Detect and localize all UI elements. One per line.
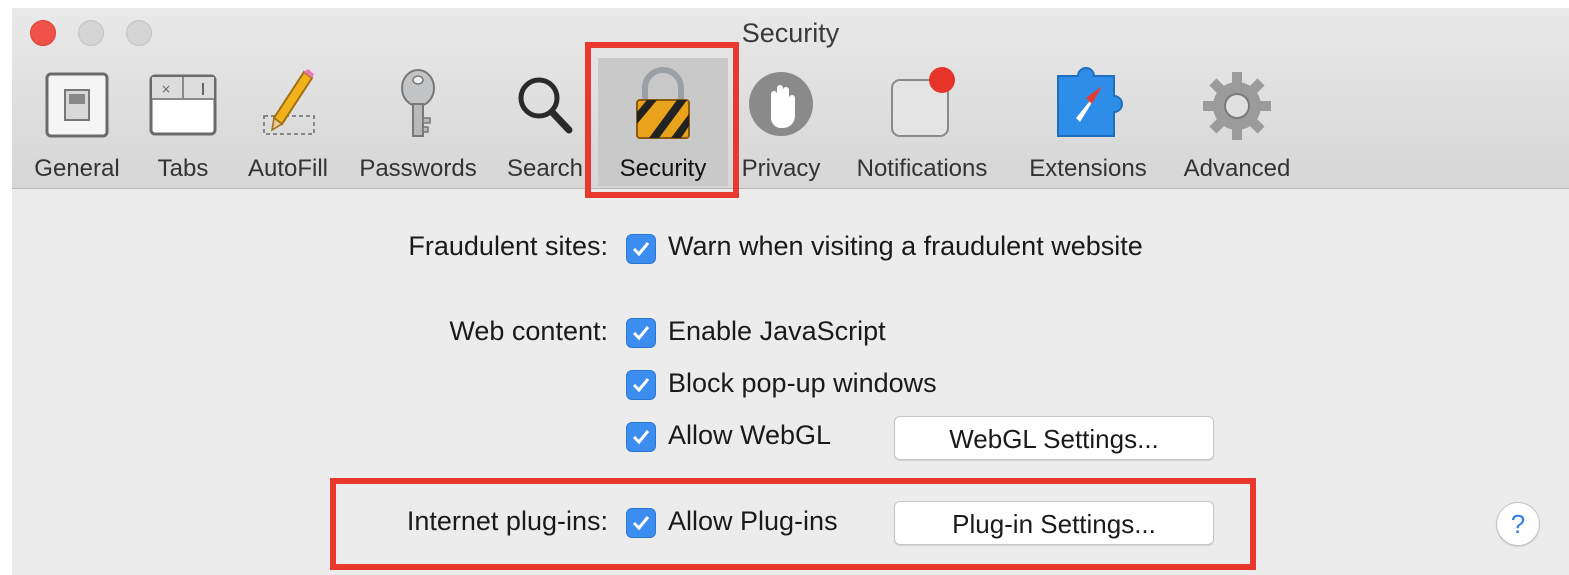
webgl-settings-button[interactable]: WebGL Settings... — [894, 416, 1214, 460]
tab-tabs[interactable]: × Tabs — [136, 58, 230, 186]
hand-icon — [749, 72, 813, 136]
tab-label: Search — [506, 155, 584, 182]
tab-search[interactable]: Search — [498, 58, 592, 186]
fraudulent-warning-checkbox[interactable] — [626, 234, 656, 264]
tab-autofill[interactable]: AutoFill — [238, 58, 338, 186]
tab-notifications[interactable]: Notifications — [842, 58, 1002, 186]
checkmark-icon — [632, 430, 650, 445]
key-icon — [401, 69, 435, 137]
search-icon — [518, 77, 573, 134]
tab-label: Advanced — [1183, 155, 1291, 182]
tab-label: Extensions — [1029, 155, 1147, 182]
gear-icon — [1203, 72, 1271, 140]
enable-javascript-checkbox[interactable] — [626, 318, 656, 348]
tab-advanced[interactable]: Advanced — [1172, 58, 1302, 186]
tab-label: Privacy — [741, 155, 821, 182]
svg-text:×: × — [161, 82, 171, 96]
tab-label: General — [34, 155, 120, 182]
preferences-window: Security General × Tabs AutoFill Passwor… — [12, 8, 1569, 575]
pencil-icon — [263, 69, 315, 135]
block-popups-checkbox[interactable] — [626, 370, 656, 400]
help-button[interactable]: ? — [1496, 502, 1540, 546]
notification-badge-icon — [891, 67, 955, 137]
checkmark-icon — [632, 326, 650, 341]
tab-passwords[interactable]: Passwords — [348, 58, 488, 186]
tab-extensions[interactable]: Extensions — [1018, 58, 1158, 186]
tabs-icon: × — [149, 74, 217, 136]
general-switch-icon — [45, 72, 109, 138]
allow-webgl-text: Allow WebGL — [668, 420, 832, 450]
puzzle-compass-icon — [1057, 67, 1123, 137]
tab-privacy[interactable]: Privacy — [734, 58, 828, 186]
block-popups-text: Block pop-up windows — [668, 368, 937, 398]
plugins-row-highlight — [330, 478, 1256, 570]
toolbar: Security General × Tabs AutoFill Passwor… — [12, 8, 1569, 189]
tab-label: Notifications — [856, 155, 988, 182]
tab-general[interactable]: General — [26, 58, 128, 186]
web-content-label: Web content: — [449, 316, 608, 346]
checkmark-icon — [632, 242, 650, 257]
allow-webgl-checkbox[interactable] — [626, 422, 656, 452]
tab-label: Tabs — [157, 155, 209, 182]
window-title: Security — [741, 18, 840, 48]
tab-label: Passwords — [359, 155, 477, 182]
enable-javascript-text: Enable JavaScript — [668, 316, 886, 346]
tab-label: AutoFill — [247, 155, 329, 182]
fraudulent-sites-label: Fraudulent sites: — [408, 231, 608, 261]
security-tab-highlight — [585, 42, 739, 198]
checkmark-icon — [632, 378, 650, 393]
fraudulent-warning-text: Warn when visiting a fraudulent website — [668, 231, 1143, 261]
